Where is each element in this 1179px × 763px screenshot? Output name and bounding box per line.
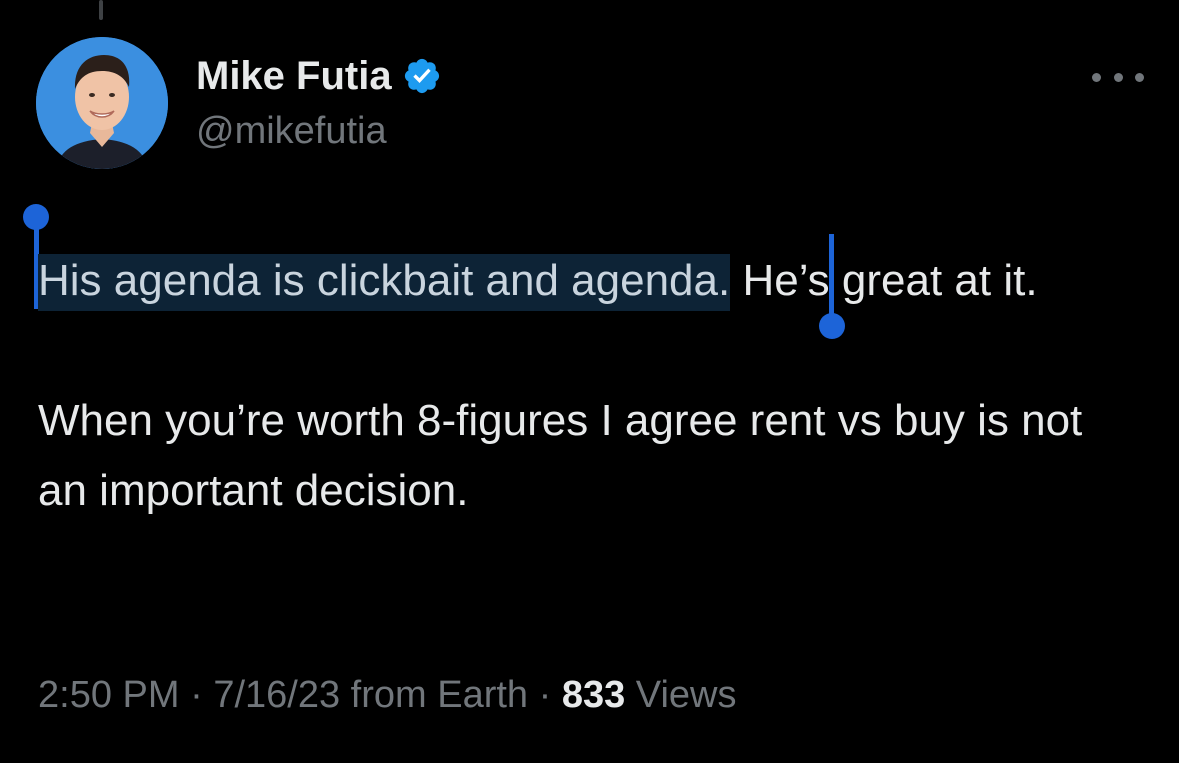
- verified-badge-icon[interactable]: [402, 56, 442, 96]
- tweet-text: His agenda is clickbait and agenda. He’s…: [38, 246, 1138, 526]
- more-options-icon-dot: [1113, 72, 1123, 82]
- views-count[interactable]: 833: [562, 674, 625, 716]
- meta-separator: ·: [528, 674, 562, 716]
- more-options-icon: [1092, 72, 1101, 82]
- tweet-paragraph: His agenda is clickbait and agenda. He’s…: [38, 246, 1138, 316]
- more-options-button[interactable]: [1092, 62, 1144, 92]
- selection-end-handle[interactable]: [818, 234, 848, 342]
- tweet-paragraph: When you’re worth 8-figures I agree rent…: [38, 396, 1083, 515]
- tweet-metadata: 2:50 PM · 7/16/23 from Earth · 833 Views: [38, 670, 737, 720]
- tweet-source: from Earth: [340, 674, 529, 716]
- author-display-name[interactable]: Mike Futia: [196, 52, 392, 100]
- tweet-time[interactable]: 2:50 PM: [38, 674, 180, 716]
- meta-separator: ·: [179, 674, 214, 716]
- tweet-date[interactable]: 7/16/23: [213, 674, 340, 716]
- tweet-text-segment: He’s great at it.: [730, 256, 1038, 305]
- author-name-row: Mike Futia: [196, 52, 442, 100]
- thread-connector-line: [99, 0, 103, 20]
- views-label: Views: [625, 674, 737, 716]
- selected-text[interactable]: His agenda is clickbait and agenda.: [38, 254, 731, 311]
- avatar[interactable]: [36, 37, 168, 169]
- author-handle[interactable]: @mikefutia: [196, 108, 387, 154]
- avatar-image: [36, 37, 168, 169]
- more-options-icon-dot: [1135, 72, 1144, 82]
